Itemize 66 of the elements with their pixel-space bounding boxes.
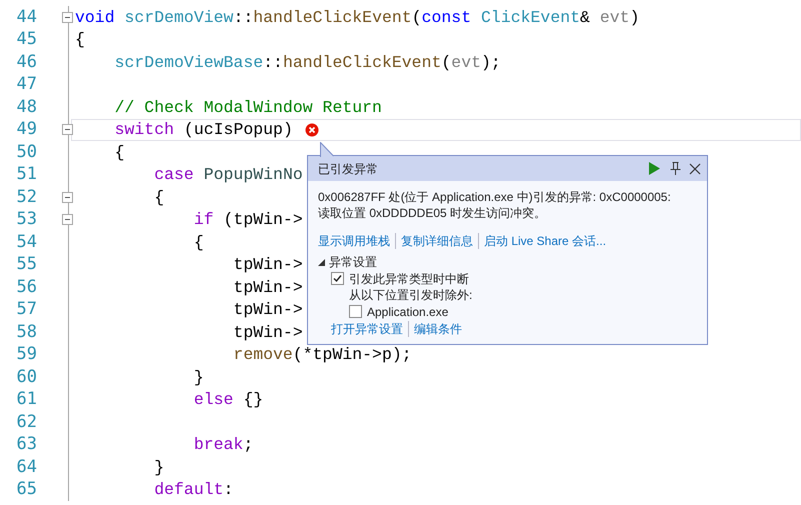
exception-message: 0x006287FF 处(位于 Application.exe 中)引发的异常: 0xC0000005: — [318, 189, 672, 205]
settings-heading: 异常设置 — [329, 254, 377, 271]
line-number: 51 — [16, 164, 37, 186]
line-number: 59 — [16, 344, 37, 366]
code-line: { — [192, 232, 204, 253]
code-line: if (tpWin-> — [192, 209, 303, 230]
code-line: } — [192, 366, 204, 388]
line-number: 44 — [16, 6, 37, 28]
code-line: scrDemoViewBase::handleClickEvent(evt); — [114, 52, 501, 73]
code-line: case PopupWinNo — [153, 164, 303, 186]
line-number: 55 — [16, 254, 37, 276]
checkbox-label: 引发此异常类型时中断 — [349, 270, 469, 288]
line-number: 60 — [16, 366, 37, 388]
code-line: tpWin-> — [232, 322, 303, 343]
checkbox[interactable] — [349, 305, 362, 318]
pin-icon[interactable] — [670, 162, 681, 175]
line-number: 57 — [16, 299, 37, 320]
popup-link[interactable]: 显示调用堆栈 — [318, 232, 390, 250]
code-line: break; — [192, 434, 254, 456]
line-number: 62 — [16, 412, 37, 433]
line-number: 48 — [16, 96, 37, 118]
checkbox[interactable] — [331, 272, 344, 285]
expand-icon[interactable] — [318, 258, 325, 266]
line-number: 54 — [16, 232, 37, 253]
line-number: 50 — [16, 142, 37, 163]
collapse-icon[interactable] — [62, 214, 73, 226]
except-label: 从以下位置引发时除外: — [348, 287, 474, 303]
collapse-icon[interactable] — [62, 192, 73, 203]
collapse-icon[interactable] — [62, 124, 73, 136]
code-line: tpWin-> — [232, 254, 303, 276]
code-line: { — [153, 186, 164, 208]
code-line: // Check ModalWindow Return — [114, 96, 382, 118]
code-line: { — [75, 29, 85, 50]
line-number: 56 — [16, 276, 37, 298]
settings-link[interactable]: 编辑条件 — [414, 320, 462, 338]
exception-message: 读取位置 0xDDDDDE05 时发生访问冲突。 — [318, 205, 548, 221]
checkmark-icon — [333, 274, 342, 283]
popup-title: 已引发异常 — [318, 160, 379, 178]
line-number: 47 — [16, 74, 37, 96]
line-number: 63 — [16, 434, 37, 456]
line-number: 52 — [16, 186, 37, 208]
line-number: 58 — [16, 322, 37, 343]
line-number: 61 — [16, 389, 37, 410]
code-line: tpWin-> — [232, 299, 303, 320]
line-number: 45 — [16, 29, 37, 50]
line-number: 65 — [16, 479, 37, 500]
collapse-icon[interactable] — [62, 12, 73, 23]
code-line: tpWin-> — [232, 276, 303, 298]
code-line: { — [114, 142, 125, 163]
code-line: void scrDemoView::handleClickEvent(const ClickEvent& evt) — [75, 6, 640, 28]
close-icon[interactable] — [689, 162, 701, 174]
popup-link[interactable]: 复制详细信息 — [401, 232, 473, 250]
line-number: 46 — [16, 52, 37, 73]
code-line: remove(*tpWin->p); — [232, 344, 412, 366]
code-line: else {} — [192, 389, 264, 410]
code-line: } — [153, 456, 164, 478]
popup-link[interactable]: 启动 Live Share 会话... — [484, 232, 606, 250]
line-number: 53 — [16, 209, 37, 230]
line-number: 49 — [16, 119, 37, 140]
line-number: 64 — [16, 456, 37, 478]
continue-icon[interactable] — [649, 162, 660, 175]
error-icon[interactable] — [304, 122, 319, 137]
settings-link[interactable]: 打开异常设置 — [331, 320, 403, 338]
checkbox-label: Application.exe — [367, 304, 448, 320]
code-line: default: — [153, 479, 234, 500]
code-line: switch (ucIsPopup) — [114, 119, 293, 140]
